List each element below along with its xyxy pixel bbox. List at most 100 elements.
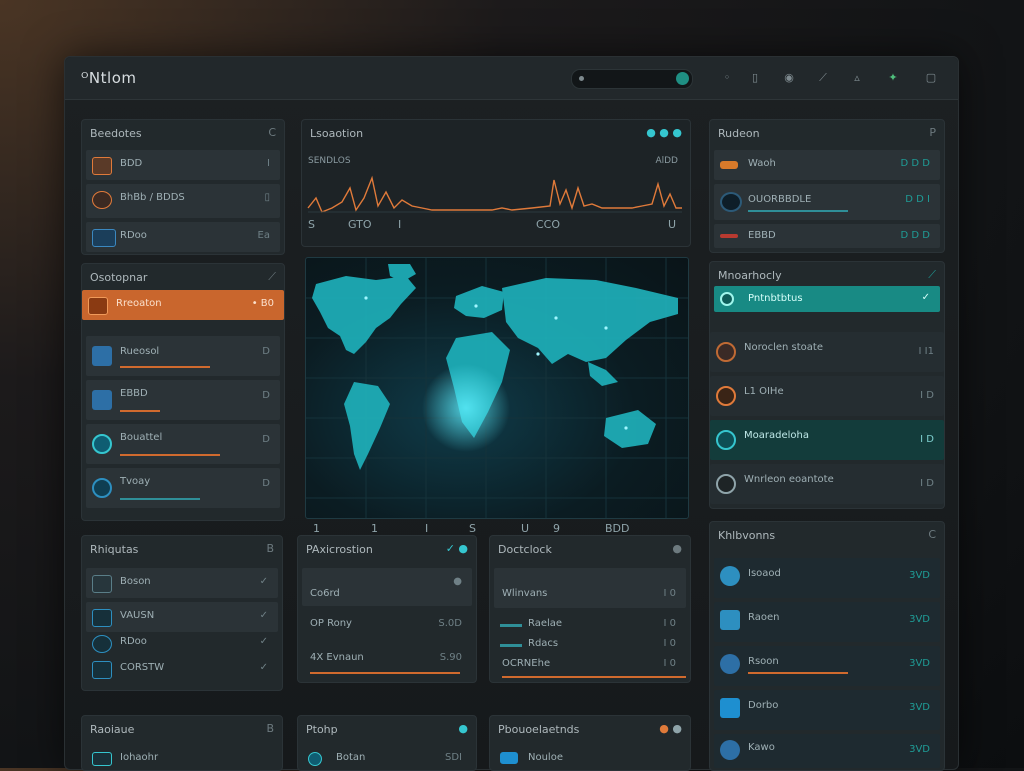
- axis-label: I: [425, 522, 429, 535]
- list-item[interactable]: Isoaod 3VD: [714, 558, 940, 598]
- selected-item[interactable]: Rreoaton • B0: [82, 290, 284, 320]
- panel-action[interactable]: ● ●: [659, 722, 682, 735]
- panel-title: Pbouoelaetnds: [498, 723, 580, 736]
- bell-icon[interactable]: ◦: [721, 72, 733, 84]
- list-item[interactable]: Raoen 3VD: [714, 602, 940, 642]
- box-icon: [720, 698, 740, 718]
- panel-action[interactable]: ⟋: [268, 270, 276, 284]
- list-item[interactable]: OCRNEhe I 0: [494, 650, 686, 680]
- top-bar: ᴼNtlom ◦ ▯ ◉ ⟋ ▵ ✦ ▢: [65, 57, 958, 100]
- panel-action[interactable]: ●: [458, 722, 468, 735]
- window-icon[interactable]: ▢: [925, 72, 937, 84]
- user-icon[interactable]: ▯: [749, 72, 761, 84]
- list-item-value: ▯: [264, 192, 270, 203]
- authorization-panel: PAxicrostion ✓ ● Co6rd ● OP Rony S.0D 4X…: [297, 535, 477, 683]
- list-item[interactable]: Rueosol D: [86, 336, 280, 376]
- panel-action[interactable]: C: [268, 126, 276, 139]
- list-item-value: 3VD: [909, 702, 930, 713]
- list-item[interactable]: Waoh D D D: [714, 150, 940, 180]
- list-item[interactable]: Tvoay D: [86, 468, 280, 508]
- list-item[interactable]: Dorbo 3VD: [714, 690, 940, 730]
- dropdown-label: Pntnbtbtus: [748, 293, 803, 304]
- map-glow: [422, 364, 510, 452]
- panel-action[interactable]: P: [929, 126, 936, 139]
- search-submit-button[interactable]: [676, 72, 689, 85]
- list-item[interactable]: Wlinvans I 0: [494, 568, 686, 608]
- list-item-value: I 0: [663, 658, 677, 669]
- list-item[interactable]: Bouattel D: [86, 424, 280, 464]
- southeast-asia-shape: [588, 362, 618, 386]
- list-item-value: SDI: [445, 752, 462, 763]
- list-item[interactable]: CORSTW ✓: [86, 654, 278, 684]
- progress-bar: [120, 366, 210, 368]
- footer-panel-1: Raoiaue B Iohaohr: [81, 715, 283, 771]
- globe-icon[interactable]: ◉: [783, 72, 795, 84]
- list-item-label: Bouattel: [120, 432, 163, 443]
- list-item-value: I D: [920, 390, 934, 401]
- panel-action[interactable]: C: [928, 528, 936, 541]
- list-item[interactable]: Co6rd ●: [302, 568, 472, 606]
- monitoring-panel: Mnoarhocly ⟋ Pntnbtbtus ✓ Noroclen stoat…: [709, 261, 945, 509]
- list-item[interactable]: L1 OIHe I D: [710, 376, 944, 416]
- list-item[interactable]: Nouloe: [494, 748, 686, 768]
- panel-action[interactable]: ●: [672, 542, 682, 555]
- list-item-label: CORSTW: [120, 662, 165, 673]
- list-item[interactable]: OUORBBDLE D D I: [714, 184, 940, 220]
- panel-title: Osotopnar: [90, 271, 148, 284]
- chevron-down-icon: ✓: [921, 292, 930, 303]
- panel-action[interactable]: B: [266, 542, 274, 555]
- chart-icon[interactable]: ▵: [851, 72, 863, 84]
- panel-title: Ptohp: [306, 723, 338, 736]
- ship-icon: [720, 161, 738, 169]
- folder-icon: [92, 157, 112, 175]
- tick-label: CCO: [536, 218, 561, 231]
- panel-title: Rhiqutas: [90, 543, 139, 556]
- check-icon: ✓: [259, 576, 268, 587]
- search-input[interactable]: [571, 69, 693, 89]
- pen-icon[interactable]: ⟋: [817, 72, 829, 84]
- list-item-value: D: [262, 390, 270, 401]
- world-map[interactable]: [305, 257, 689, 519]
- list-item-value: D D D: [900, 158, 930, 169]
- progress-bar: [502, 676, 686, 678]
- list-item-value: I 0: [663, 588, 677, 599]
- search-icon: [579, 76, 584, 81]
- leaf-icon[interactable]: ✦: [887, 72, 899, 84]
- settings-icon: [720, 654, 740, 674]
- panel-title: PAxicrostion: [306, 543, 373, 556]
- list-item[interactable]: BhBb / BDDS ▯: [86, 184, 280, 218]
- list-item[interactable]: Botan SDI: [302, 748, 472, 768]
- list-item[interactable]: EBBD D: [86, 380, 280, 420]
- avatar: [720, 566, 740, 586]
- axis-label: 9: [553, 522, 560, 535]
- list-item-value: D D D: [900, 230, 930, 241]
- list-item[interactable]: RDoo Ea: [86, 222, 280, 252]
- list-item[interactable]: Iohaohr: [86, 748, 278, 768]
- list-item[interactable]: Moaradeloha I D: [710, 420, 944, 460]
- list-item[interactable]: EBBD D D D: [714, 224, 940, 248]
- status-icon: [92, 478, 112, 498]
- list-item[interactable]: Noroclen stoate I I1: [710, 332, 944, 372]
- selected-dropdown[interactable]: Pntnbtbtus ✓: [714, 286, 940, 312]
- list-item[interactable]: 4X Evnaun S.90: [302, 644, 472, 674]
- avatar: [720, 740, 740, 760]
- check-icon: ✓: [259, 636, 268, 647]
- list-item[interactable]: Kawo 3VD: [714, 734, 940, 768]
- list-item-label: Rsoon: [748, 656, 779, 667]
- list-item[interactable]: Rsoon 3VD: [714, 646, 940, 686]
- panel-title: Beedotes: [90, 127, 142, 140]
- app-window: ᴼNtlom ◦ ▯ ◉ ⟋ ▵ ✦ ▢ Beedotes C BDD I Bh…: [64, 56, 959, 771]
- list-item[interactable]: OP Rony S.0D: [302, 610, 472, 640]
- list-item-value: Ea: [257, 230, 270, 241]
- list-item[interactable]: BDD I: [86, 150, 280, 180]
- panel-title: Mnoarhocly: [718, 269, 782, 282]
- list-item[interactable]: Boson ✓: [86, 568, 278, 598]
- list-item[interactable]: Wnrleon eoantote I D: [710, 464, 944, 504]
- panel-title: Khlbvonns: [718, 529, 776, 542]
- panel-action[interactable]: ⟋: [928, 268, 936, 282]
- footer-panel-3: Pbouoelaetnds ● ● Nouloe: [489, 715, 691, 771]
- panel-action[interactable]: ✓ ●: [446, 542, 468, 555]
- panel-action[interactable]: B: [266, 722, 274, 735]
- list-item-label: Isoaod: [748, 568, 781, 579]
- tick-label: S: [308, 218, 315, 231]
